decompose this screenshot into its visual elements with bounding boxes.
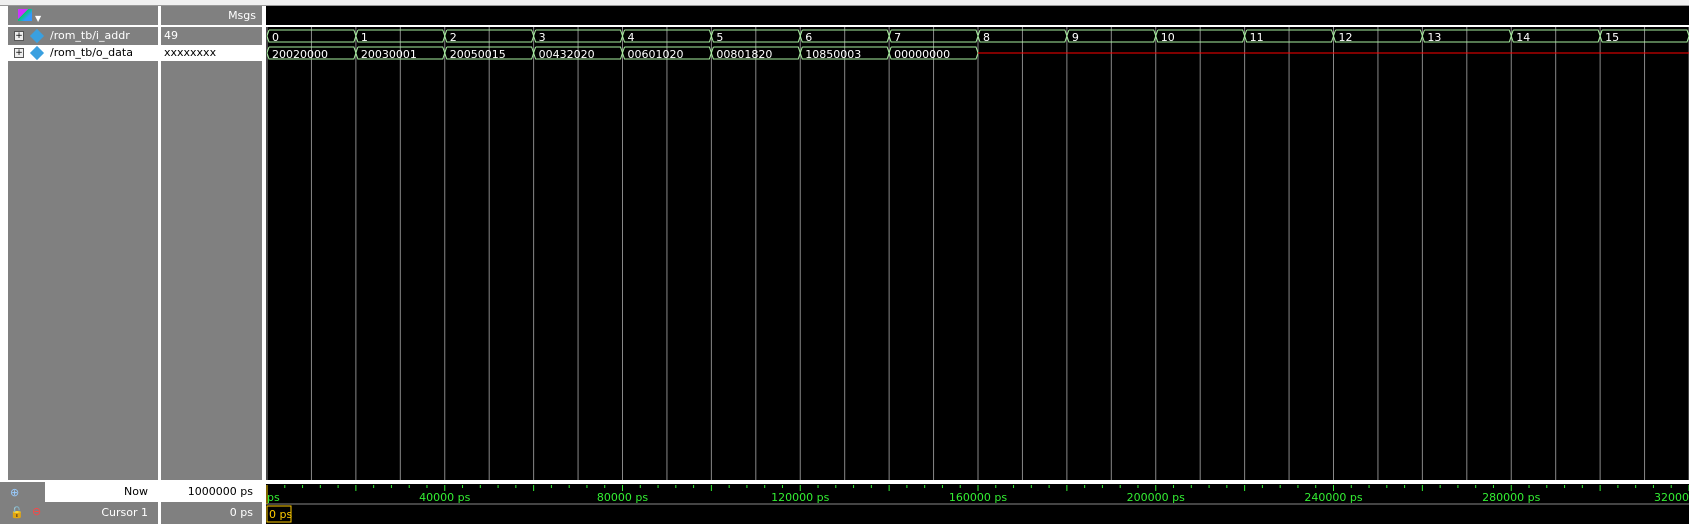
cursor-names-pane: Now ⊕ 🔓 ⊖ Cursor 1	[0, 482, 158, 524]
lock-cursor-icon[interactable]: 🔓	[10, 506, 24, 519]
delete-cursor-icon[interactable]: ⊖	[32, 505, 41, 518]
expand-icon[interactable]: +	[14, 31, 24, 41]
cursor-value: 0 ps	[229, 506, 253, 519]
ruler-label: 240000 ps	[1304, 491, 1362, 504]
segment-value: 20020000	[272, 48, 328, 61]
ruler-label: 200000 ps	[1127, 491, 1185, 504]
signal-name: /rom_tb/i_addr	[50, 29, 130, 42]
segment-value: 13	[1427, 31, 1441, 44]
segment-value: 6	[805, 31, 812, 44]
cursor-values-pane: 1000000 ps 0 ps	[161, 482, 262, 524]
wave-options-icon[interactable]	[18, 9, 32, 21]
segment-value: 10	[1161, 31, 1175, 44]
left-gutter	[0, 6, 8, 480]
segment-value: 3	[539, 31, 546, 44]
signal-row-i_addr[interactable]: + /rom_tb/i_addr	[8, 28, 158, 44]
signal-value: 49	[164, 29, 178, 42]
waveform-pane[interactable]: 0 1 2 3 4 5 6 7 8 9 10 11 12 13 14 15 20020000 20030001 20…	[266, 6, 1689, 480]
cursor-label: Cursor 1	[101, 506, 148, 519]
segment-value: 20050015	[450, 48, 506, 61]
signal-values-pane: Msgs 49 xxxxxxxx	[161, 6, 262, 480]
segment-value: 1	[361, 31, 368, 44]
ruler-label: 280000 ps	[1482, 491, 1540, 504]
cursor-marker-label: 0 ps	[269, 508, 292, 521]
ruler-label: 80000 ps	[597, 491, 648, 504]
ruler-canvas[interactable]: ps 40000 ps 80000 ps 120000 ps 160000 ps 2000…	[266, 482, 1689, 524]
segment-value: 00432020	[539, 48, 595, 61]
segment-value: 0	[272, 31, 279, 44]
segment-value: 5	[716, 31, 723, 44]
time-ruler[interactable]: ps 40000 ps 80000 ps 120000 ps 160000 ps 2000…	[266, 482, 1689, 524]
signal-icon	[29, 28, 45, 44]
expand-icon[interactable]: +	[14, 48, 24, 58]
segment-value: 14	[1516, 31, 1530, 44]
segment-value: 9	[1072, 31, 1079, 44]
add-cursor-icon[interactable]: ⊕	[10, 486, 19, 499]
names-header: ▼	[8, 6, 158, 27]
segment-value: 7	[894, 31, 901, 44]
ruler-label: 160000 ps	[949, 491, 1007, 504]
segment-value: 12	[1339, 31, 1353, 44]
now-label: Now	[45, 482, 158, 502]
ruler-label: 40000 ps	[419, 491, 470, 504]
signal-row-o_data[interactable]: + /rom_tb/o_data	[8, 45, 158, 61]
segment-value: 00000000	[894, 48, 950, 61]
waveform-canvas[interactable]: 0 1 2 3 4 5 6 7 8 9 10 11 12 13 14 1520020000 20030001 20…	[266, 6, 1689, 480]
signal-value: xxxxxxxx	[161, 45, 262, 61]
segment-value: 00801820	[716, 48, 772, 61]
segment-value: 11	[1250, 31, 1264, 44]
chevron-down-icon[interactable]: ▼	[35, 14, 41, 23]
msgs-header: Msgs	[161, 6, 262, 27]
ruler-label: 32000	[1654, 491, 1689, 504]
ruler-label: 120000 ps	[771, 491, 829, 504]
segment-value: 8	[983, 31, 990, 44]
segment-value: 2	[450, 31, 457, 44]
signal-icon	[29, 45, 45, 61]
wave-header	[266, 6, 1689, 25]
now-value: 1000000 ps	[161, 482, 262, 502]
segment-value: 4	[628, 31, 635, 44]
segment-value: 15	[1605, 31, 1619, 44]
ruler-label: ps	[267, 491, 280, 504]
signal-names-pane: ▼ + /rom_tb/i_addr + /rom_tb/o_data	[8, 6, 158, 480]
segment-value: 20030001	[361, 48, 417, 61]
segment-value: 10850003	[805, 48, 861, 61]
segment-value: 00601020	[628, 48, 684, 61]
signal-name: /rom_tb/o_data	[50, 46, 133, 59]
